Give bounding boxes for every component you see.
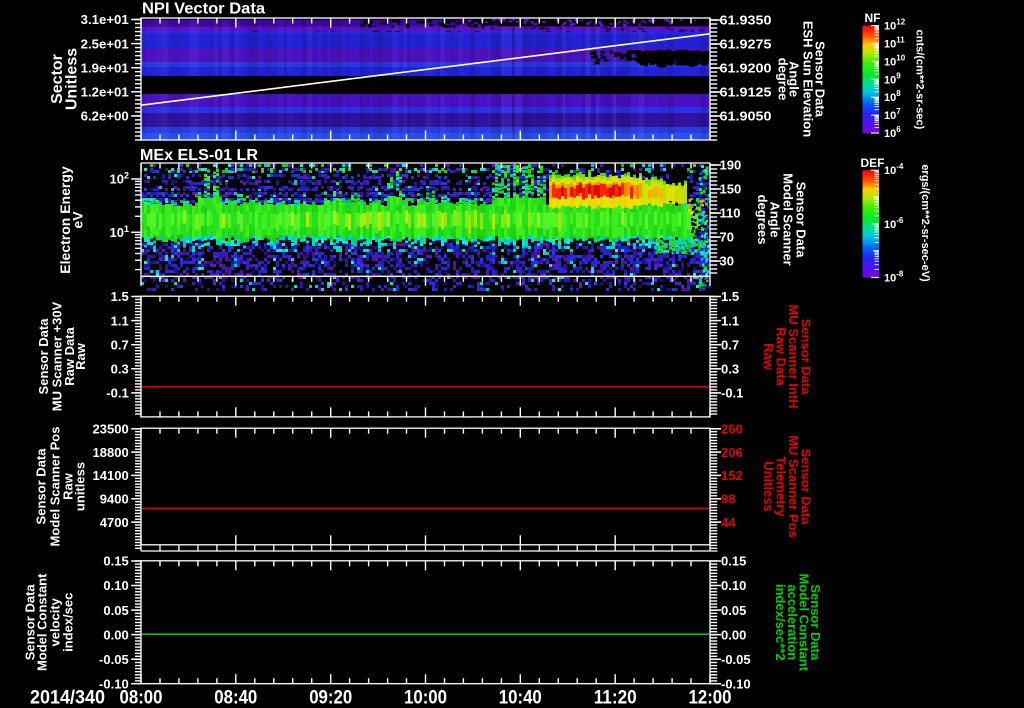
svg-text:98: 98 (721, 492, 735, 507)
svg-text:0.00: 0.00 (103, 627, 128, 642)
svg-text:23500: 23500 (93, 422, 129, 437)
svg-text:260: 260 (721, 422, 743, 437)
svg-text:1.5: 1.5 (111, 289, 129, 304)
svg-text:2014/340: 2014/340 (30, 688, 105, 708)
svg-text:0.3: 0.3 (111, 362, 129, 377)
svg-text:index/sec**2: index/sec**2 (773, 584, 788, 661)
svg-text:0.15: 0.15 (721, 554, 746, 569)
svg-text:61.9200: 61.9200 (720, 61, 772, 76)
svg-text:-0.1: -0.1 (106, 386, 128, 401)
svg-text:6.2e+00: 6.2e+00 (81, 109, 129, 124)
svg-text:30: 30 (720, 254, 734, 269)
svg-text:0.3: 0.3 (721, 362, 739, 377)
svg-text:ESH Sun Elevation: ESH Sun Elevation (800, 21, 815, 137)
svg-text:degree: degree (775, 58, 790, 101)
svg-text:0.7: 0.7 (111, 337, 129, 352)
svg-text:11:20: 11:20 (594, 688, 637, 708)
svg-text:4700: 4700 (100, 515, 129, 530)
svg-text:cnts/(cm**2-sr-sec): cnts/(cm**2-sr-sec) (914, 30, 926, 130)
svg-text:12:00: 12:00 (689, 688, 732, 708)
svg-text:NF: NF (865, 11, 881, 25)
svg-text:1.5: 1.5 (721, 289, 739, 304)
svg-text:09:20: 09:20 (309, 688, 352, 708)
svg-text:44: 44 (721, 515, 736, 530)
svg-text:61.9350: 61.9350 (720, 13, 772, 28)
svg-text:eV: eV (70, 211, 86, 229)
svg-text:110: 110 (720, 206, 741, 221)
svg-text:-0.05: -0.05 (721, 652, 751, 667)
svg-text:0.05: 0.05 (103, 603, 128, 618)
svg-text:unitless: unitless (72, 462, 87, 511)
svg-text:08:00: 08:00 (120, 688, 163, 708)
svg-text:2.5e+01: 2.5e+01 (81, 36, 129, 51)
svg-text:08:40: 08:40 (214, 688, 257, 708)
svg-text:1.1: 1.1 (111, 313, 129, 328)
svg-text:3.1e+01: 3.1e+01 (81, 12, 129, 27)
svg-text:0.7: 0.7 (721, 337, 739, 352)
svg-text:1.2e+01: 1.2e+01 (81, 85, 129, 100)
svg-text:18800: 18800 (93, 445, 129, 460)
svg-text:190: 190 (720, 158, 742, 173)
svg-text:0.10: 0.10 (103, 578, 128, 593)
svg-text:Unitless: Unitless (64, 48, 81, 110)
svg-text:Raw: Raw (761, 343, 776, 371)
svg-text:degrees: degrees (755, 195, 770, 245)
svg-text:10:00: 10:00 (404, 688, 447, 708)
svg-text:MEx ELS-01 LR: MEx ELS-01 LR (140, 147, 258, 164)
svg-text:1.9e+01: 1.9e+01 (81, 60, 129, 75)
svg-text:0.15: 0.15 (103, 554, 128, 569)
svg-text:61.9050: 61.9050 (720, 109, 772, 124)
svg-text:Unitless: Unitless (761, 461, 776, 512)
svg-text:152: 152 (721, 468, 743, 483)
svg-text:150: 150 (720, 182, 742, 197)
svg-text:Raw: Raw (73, 342, 88, 370)
svg-text:NPI Vector Data: NPI Vector Data (142, 1, 265, 18)
svg-text:61.9275: 61.9275 (720, 37, 772, 52)
svg-text:0.00: 0.00 (721, 627, 746, 642)
svg-text:0.05: 0.05 (721, 603, 746, 618)
svg-text:14100: 14100 (93, 468, 129, 483)
svg-text:-0.05: -0.05 (99, 652, 129, 667)
svg-text:70: 70 (720, 230, 734, 245)
svg-text:61.9125: 61.9125 (720, 85, 772, 100)
svg-text:0.10: 0.10 (721, 578, 746, 593)
svg-text:-0.1: -0.1 (721, 386, 743, 401)
svg-text:DEF: DEF (861, 156, 885, 170)
svg-text:10:40: 10:40 (499, 688, 542, 708)
svg-text:9400: 9400 (100, 492, 129, 507)
svg-text:1.1: 1.1 (721, 313, 739, 328)
svg-text:206: 206 (721, 445, 743, 460)
svg-text:index/sec: index/sec (61, 593, 76, 652)
svg-text:ergs/(cm**2-sr-sec-eV): ergs/(cm**2-sr-sec-eV) (919, 164, 931, 282)
